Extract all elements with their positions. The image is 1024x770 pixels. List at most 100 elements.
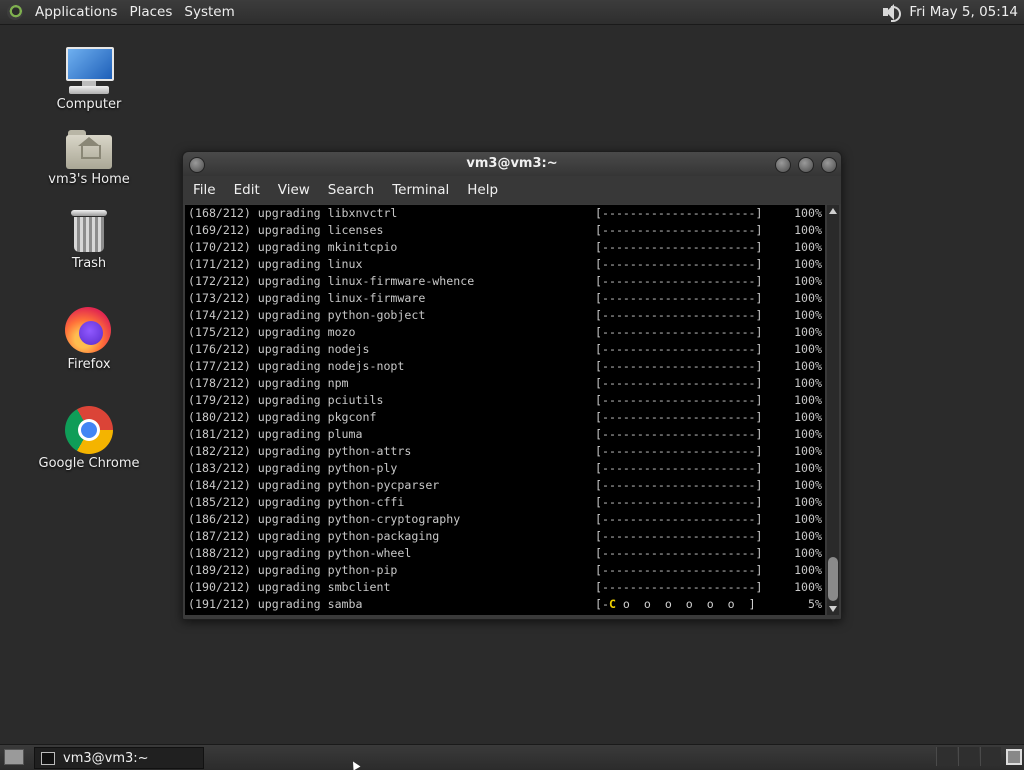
terminal-line-progress-bar: [----------------------] — [595, 206, 763, 220]
terminal-line-step: (190/212) upgrading smbclient — [188, 580, 391, 594]
terminal-line-percent: 100% — [794, 580, 822, 594]
terminal-line-percent: 100% — [794, 512, 822, 526]
desktop-icon-chrome[interactable]: Google Chrome — [29, 406, 149, 471]
terminal-line-step: (184/212) upgrading python-pycparser — [188, 478, 440, 492]
bottom-panel: vm3@vm3:~ — [0, 744, 1024, 769]
clock[interactable]: Fri May 5, 05:14 — [909, 4, 1018, 20]
terminal-line-percent: 5% — [808, 597, 822, 611]
volume-icon[interactable] — [881, 3, 902, 22]
menu-places[interactable]: Places — [123, 0, 178, 24]
terminal-output[interactable]: (168/212) upgrading libxnvctrl [---------… — [185, 205, 825, 615]
terminal-line: (186/212) upgrading python-cryptography [… — [185, 511, 825, 528]
desktop-icon-label: Google Chrome — [38, 456, 140, 471]
terminal-line-progress-bar: [----------------------] — [595, 257, 763, 271]
terminal-line-progress-bar: [----------------------] — [595, 461, 763, 475]
terminal-line-percent: 100% — [794, 257, 822, 271]
pacman-progress-glyph: C — [608, 597, 616, 611]
terminal-line-percent: 100% — [794, 376, 822, 390]
terminal-line-percent: 100% — [794, 206, 822, 220]
show-desktop-icon[interactable] — [4, 749, 24, 765]
terminal-line-progress-bar: [----------------------] — [595, 308, 763, 322]
menu-edit[interactable]: Edit — [226, 182, 268, 198]
terminal-line: (170/212) upgrading mkinitcpio [---------… — [185, 239, 825, 256]
workspace-3[interactable] — [980, 747, 1001, 766]
terminal-line: (174/212) upgrading python-gobject [-----… — [185, 307, 825, 324]
terminal-window[interactable]: vm3@vm3:~ File Edit View Search Terminal… — [182, 151, 842, 620]
menu-file[interactable]: File — [185, 182, 224, 198]
terminal-line-step: (187/212) upgrading python-packaging — [188, 529, 440, 543]
terminal-line: (177/212) upgrading nodejs-nopt [--------… — [185, 358, 825, 375]
menu-help[interactable]: Help — [459, 182, 506, 198]
terminal-line-percent: 100% — [794, 359, 822, 373]
menu-terminal[interactable]: Terminal — [384, 182, 457, 198]
terminal-line-percent: 100% — [794, 427, 822, 441]
terminal-line-step: (185/212) upgrading python-cffi — [188, 495, 405, 509]
terminal-scrollbar[interactable] — [827, 205, 839, 615]
scroll-thumb[interactable] — [828, 557, 838, 601]
terminal-line-step: (175/212) upgrading mozo — [188, 325, 356, 339]
distro-logo-icon[interactable] — [7, 4, 23, 20]
terminal-line-percent: 100% — [794, 410, 822, 424]
terminal-line-percent: 100% — [794, 478, 822, 492]
trash-icon — [69, 208, 109, 254]
menu-view[interactable]: View — [270, 182, 318, 198]
terminal-line: (175/212) upgrading mozo [---------------… — [185, 324, 825, 341]
terminal-line-percent: 100% — [794, 291, 822, 305]
terminal-line-progress-bar: [----------------------] — [595, 240, 763, 254]
terminal-line: (176/212) upgrading nodejs [-------------… — [185, 341, 825, 358]
workspace-4[interactable] — [1006, 749, 1022, 765]
terminal-line: (187/212) upgrading python-packaging [---… — [185, 528, 825, 545]
terminal-line-percent: 100% — [794, 274, 822, 288]
terminal-line-progress-bar: [----------------------] — [595, 512, 763, 526]
terminal-line-progress-bar: [----------------------] — [595, 223, 763, 237]
terminal-line-step: (176/212) upgrading nodejs — [188, 342, 370, 356]
terminal-line-percent: 100% — [794, 444, 822, 458]
terminal-line-progress-bar: [----------------------] — [595, 393, 763, 407]
terminal-line-progress-bar: [----------------------] — [595, 529, 763, 543]
terminal-line-progress-bar: [----------------------] — [595, 444, 763, 458]
terminal-line: (180/212) upgrading pkgconf [------------… — [185, 409, 825, 426]
terminal-line-progress-bar: [----------------------] — [595, 291, 763, 305]
maximize-button[interactable] — [798, 157, 814, 173]
terminal-line-percent: 100% — [794, 529, 822, 543]
progress-bar-rest: o o o o o o ] — [615, 597, 756, 611]
desktop-icon-trash[interactable]: Trash — [29, 208, 149, 271]
taskbar-terminal-button[interactable]: vm3@vm3:~ — [34, 747, 204, 769]
terminal-line-step: (178/212) upgrading npm — [188, 376, 349, 390]
terminal-line-step: (189/212) upgrading python-pip — [188, 563, 398, 577]
home-folder-icon — [66, 128, 112, 170]
terminal-line-step: (183/212) upgrading python-ply — [188, 461, 398, 475]
desktop-icon-home[interactable]: vm3's Home — [29, 128, 149, 187]
terminal-line-progress-bar: [-C o o o o o o ] — [595, 596, 756, 613]
desktop-icon-label: vm3's Home — [48, 172, 130, 187]
taskbar-label: vm3@vm3:~ — [63, 750, 149, 766]
terminal-line: (190/212) upgrading smbclient [----------… — [185, 579, 825, 596]
terminal-line-step: (171/212) upgrading linux — [188, 257, 363, 271]
desktop-icon-firefox[interactable]: Firefox — [29, 307, 149, 372]
window-title-bar[interactable]: vm3@vm3:~ — [183, 152, 841, 176]
terminal-menu-bar: File Edit View Search Terminal Help — [183, 176, 841, 204]
terminal-line-step: (174/212) upgrading python-gobject — [188, 308, 426, 322]
close-button[interactable] — [821, 157, 837, 173]
workspace-1[interactable] — [936, 747, 957, 766]
desktop-icon-label: Firefox — [67, 357, 111, 372]
menu-system[interactable]: System — [178, 0, 240, 24]
terminal-line-progress-bar: [----------------------] — [595, 580, 763, 594]
scroll-down-arrow-icon[interactable] — [829, 606, 837, 612]
terminal-line-percent: 100% — [794, 495, 822, 509]
desktop-icon-computer[interactable]: Computer — [29, 45, 149, 112]
scroll-up-arrow-icon[interactable] — [829, 208, 837, 214]
terminal-line-progress-bar: [----------------------] — [595, 325, 763, 339]
menu-applications[interactable]: Applications — [29, 0, 123, 24]
progress-bar-open: [- — [595, 597, 609, 611]
terminal-line-progress-bar: [----------------------] — [595, 410, 763, 424]
workspace-2[interactable] — [958, 747, 979, 766]
window-title: vm3@vm3:~ — [466, 156, 558, 171]
minimize-button[interactable] — [775, 157, 791, 173]
firefox-icon — [65, 307, 113, 355]
terminal-line-progress-bar: [----------------------] — [595, 376, 763, 390]
terminal-line-step: (188/212) upgrading python-wheel — [188, 546, 412, 560]
terminal-line-progress-bar: [----------------------] — [595, 427, 763, 441]
menu-search[interactable]: Search — [320, 182, 382, 198]
terminal-line-progress-bar: [----------------------] — [595, 478, 763, 492]
